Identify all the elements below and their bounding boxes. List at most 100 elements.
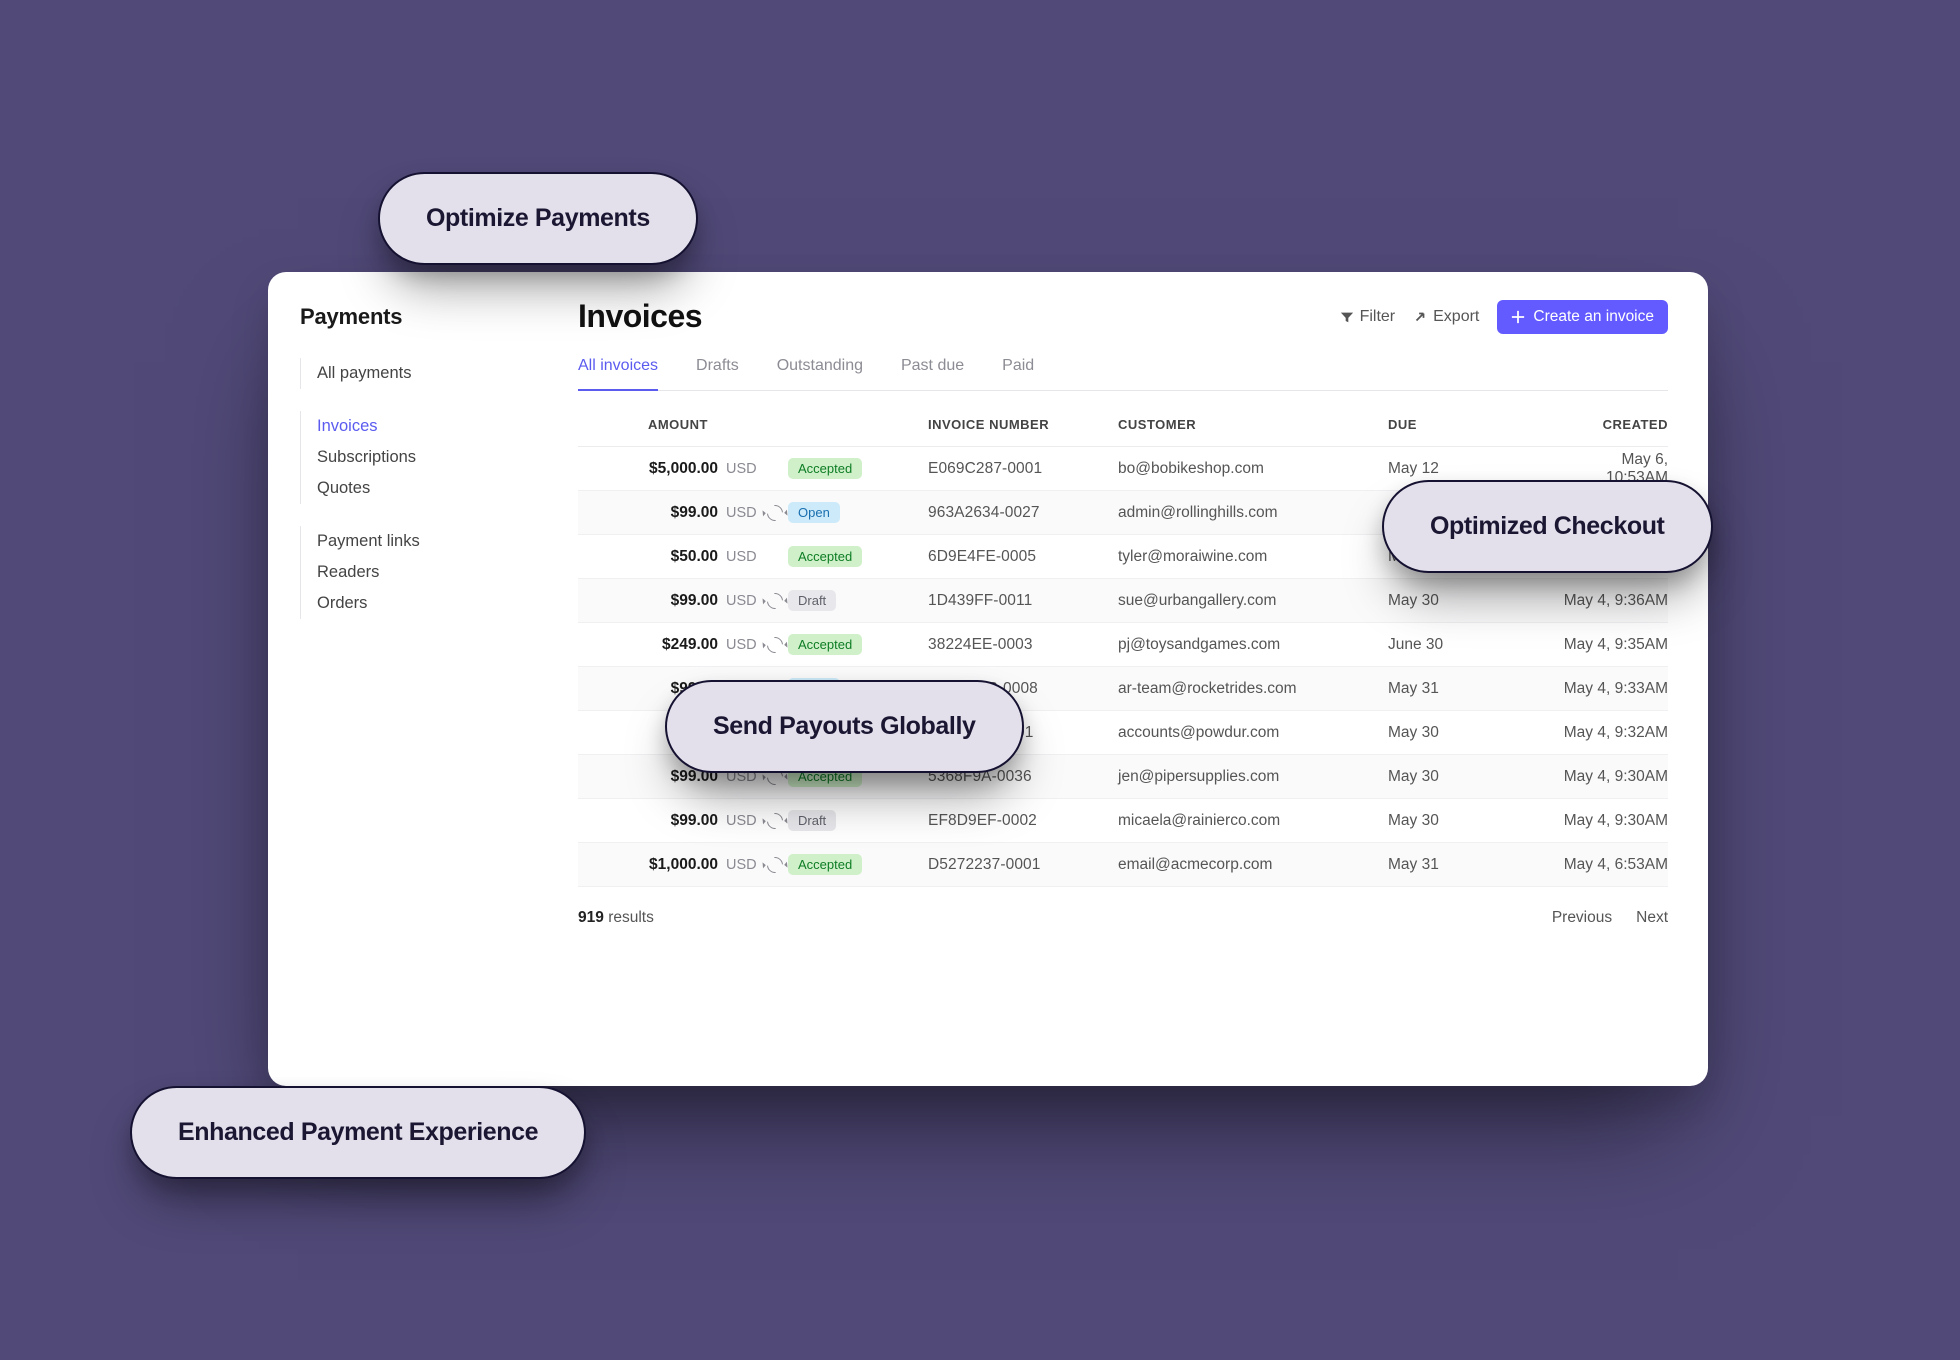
sidebar-item-invoices[interactable]: Invoices — [317, 411, 548, 442]
pill-enhanced-experience: Enhanced Payment Experience — [130, 1086, 586, 1179]
export-button[interactable]: Export — [1413, 308, 1479, 326]
cell-due: May 31 — [1388, 680, 1558, 698]
page-title: Invoices — [578, 298, 702, 335]
sidebar-title: Payments — [300, 304, 548, 330]
plus-icon — [1511, 310, 1525, 324]
col-amount: AMOUNT — [578, 417, 718, 432]
cell-currency: USD — [718, 637, 788, 653]
table-row[interactable]: $99.00 USD Draft EF8D9EF-0002micaela@rainie… — [578, 799, 1668, 843]
cell-status: Accepted — [788, 458, 928, 480]
cell-invoice-number: E069C287-0001 — [928, 460, 1118, 478]
cell-amount: $99.00 — [578, 592, 718, 610]
cell-amount: $50.00 — [578, 548, 718, 566]
tab-past-due[interactable]: Past due — [901, 357, 964, 390]
cell-invoice-number: 1D439FF-0011 — [928, 592, 1118, 610]
sidebar-item-all-payments[interactable]: All payments — [317, 358, 548, 389]
tab-drafts[interactable]: Drafts — [696, 357, 739, 390]
cell-amount: $1,000.00 — [578, 856, 718, 874]
sidebar-item-quotes[interactable]: Quotes — [317, 473, 548, 504]
cell-status: Accepted — [788, 854, 928, 876]
cell-customer: jen@pipersupplies.com — [1118, 768, 1388, 786]
table-row[interactable]: $1,000.00 USD Accepted D5272237-0001email@a… — [578, 843, 1668, 887]
cell-customer: micaela@rainierco.com — [1118, 812, 1388, 830]
cell-customer: bo@bobikeshop.com — [1118, 460, 1388, 478]
pill-optimized-checkout: Optimized Checkout — [1382, 480, 1713, 573]
currency-label: USD — [726, 637, 757, 653]
sidebar-item-payment-links[interactable]: Payment links — [317, 526, 548, 557]
cell-customer: tyler@moraiwine.com — [1118, 548, 1388, 566]
status-badge: Accepted — [788, 854, 862, 876]
cell-customer: accounts@powdur.com — [1118, 724, 1388, 742]
cell-created: May 4, 9:33AM — [1558, 680, 1668, 698]
filter-button[interactable]: Filter — [1340, 308, 1396, 326]
cell-customer: email@acmecorp.com — [1118, 856, 1388, 874]
status-badge: Accepted — [788, 546, 862, 568]
cell-due: May 30 — [1388, 768, 1558, 786]
currency-label: USD — [726, 813, 757, 829]
cell-created: May 4, 9:30AM — [1558, 812, 1668, 830]
cell-currency: USD — [718, 549, 788, 565]
cell-due: May 30 — [1388, 812, 1558, 830]
col-created: CREATED — [1558, 417, 1668, 432]
col-invoice: INVOICE NUMBER — [928, 417, 1118, 432]
cell-customer: pj@toysandgames.com — [1118, 636, 1388, 654]
next-button[interactable]: Next — [1636, 909, 1668, 927]
currency-label: USD — [726, 461, 757, 477]
tab-all-invoices[interactable]: All invoices — [578, 357, 658, 391]
cell-due: May 31 — [1388, 856, 1558, 874]
status-badge: Draft — [788, 590, 836, 612]
cell-amount: $5,000.00 — [578, 460, 718, 478]
filter-label: Filter — [1360, 308, 1396, 326]
sidebar-item-orders[interactable]: Orders — [317, 588, 548, 619]
tabs: All invoices Drafts Outstanding Past due Pai… — [578, 357, 1668, 391]
cell-customer: admin@rollinghills.com — [1118, 504, 1388, 522]
recurring-icon — [763, 589, 786, 612]
cell-invoice-number: 38224EE-0003 — [928, 636, 1118, 654]
sidebar-group-2: InvoicesSubscriptionsQuotes — [300, 411, 548, 504]
pill-optimize-payments: Optimize Payments — [378, 172, 698, 265]
currency-label: USD — [726, 505, 757, 521]
status-badge: Accepted — [788, 458, 862, 480]
cell-status: Open — [788, 502, 928, 524]
cell-created: May 4, 9:30AM — [1558, 768, 1668, 786]
table-header: AMOUNT INVOICE NUMBER CUSTOMER DUE CREAT… — [578, 401, 1668, 447]
cell-due: May 30 — [1388, 592, 1558, 610]
prev-button[interactable]: Previous — [1552, 909, 1612, 927]
currency-label: USD — [726, 593, 757, 609]
cell-currency: USD — [718, 593, 788, 609]
sidebar-item-readers[interactable]: Readers — [317, 557, 548, 588]
table-row[interactable]: $249.00USDAccepted38224EE-0003pj@toysand… — [578, 623, 1668, 667]
cell-due: May 12 — [1388, 460, 1558, 478]
cell-currency: USD — [718, 857, 788, 873]
cell-invoice-number: 963A2634-0027 — [928, 504, 1118, 522]
recurring-icon — [763, 501, 786, 524]
sidebar-item-subscriptions[interactable]: Subscriptions — [317, 442, 548, 473]
status-badge: Open — [788, 502, 840, 524]
col-due: DUE — [1388, 417, 1558, 432]
result-count: 919 results — [578, 909, 654, 927]
cell-created: May 4, 9:36AM — [1558, 592, 1668, 610]
tab-outstanding[interactable]: Outstanding — [777, 357, 863, 390]
sidebar: Payments All payments InvoicesSubscripti… — [268, 272, 548, 1086]
status-badge: Draft — [788, 810, 836, 832]
cell-currency: USD — [718, 505, 788, 521]
pill-send-payouts: Send Payouts Globally — [665, 680, 1024, 773]
currency-label: USD — [726, 857, 757, 873]
cell-invoice-number: EF8D9EF-0002 — [928, 812, 1118, 830]
sidebar-group-3: Payment linksReadersOrders — [300, 526, 548, 619]
cell-invoice-number: D5272237-0001 — [928, 856, 1118, 874]
table-row[interactable]: $99.00USDDraft1D439FF-0011sue@urbangalle… — [578, 579, 1668, 623]
table-footer: 919 results Previous Next — [578, 887, 1668, 949]
filter-icon — [1340, 310, 1354, 324]
tab-paid[interactable]: Paid — [1002, 357, 1034, 390]
cell-created: May 4, 9:35AM — [1558, 636, 1668, 654]
header-actions: Filter Export Create an invoice — [1340, 300, 1668, 334]
result-count-suffix: results — [608, 909, 654, 926]
cell-due: May 30 — [1388, 724, 1558, 742]
col-customer: CUSTOMER — [1118, 417, 1388, 432]
create-invoice-button[interactable]: Create an invoice — [1497, 300, 1668, 334]
recurring-icon — [763, 633, 786, 656]
cell-amount: $99.00 — [578, 812, 718, 830]
header-row: Invoices Filter Export Create an invoice — [578, 298, 1668, 335]
cell-created: May 4, 6:53AM — [1558, 856, 1668, 874]
